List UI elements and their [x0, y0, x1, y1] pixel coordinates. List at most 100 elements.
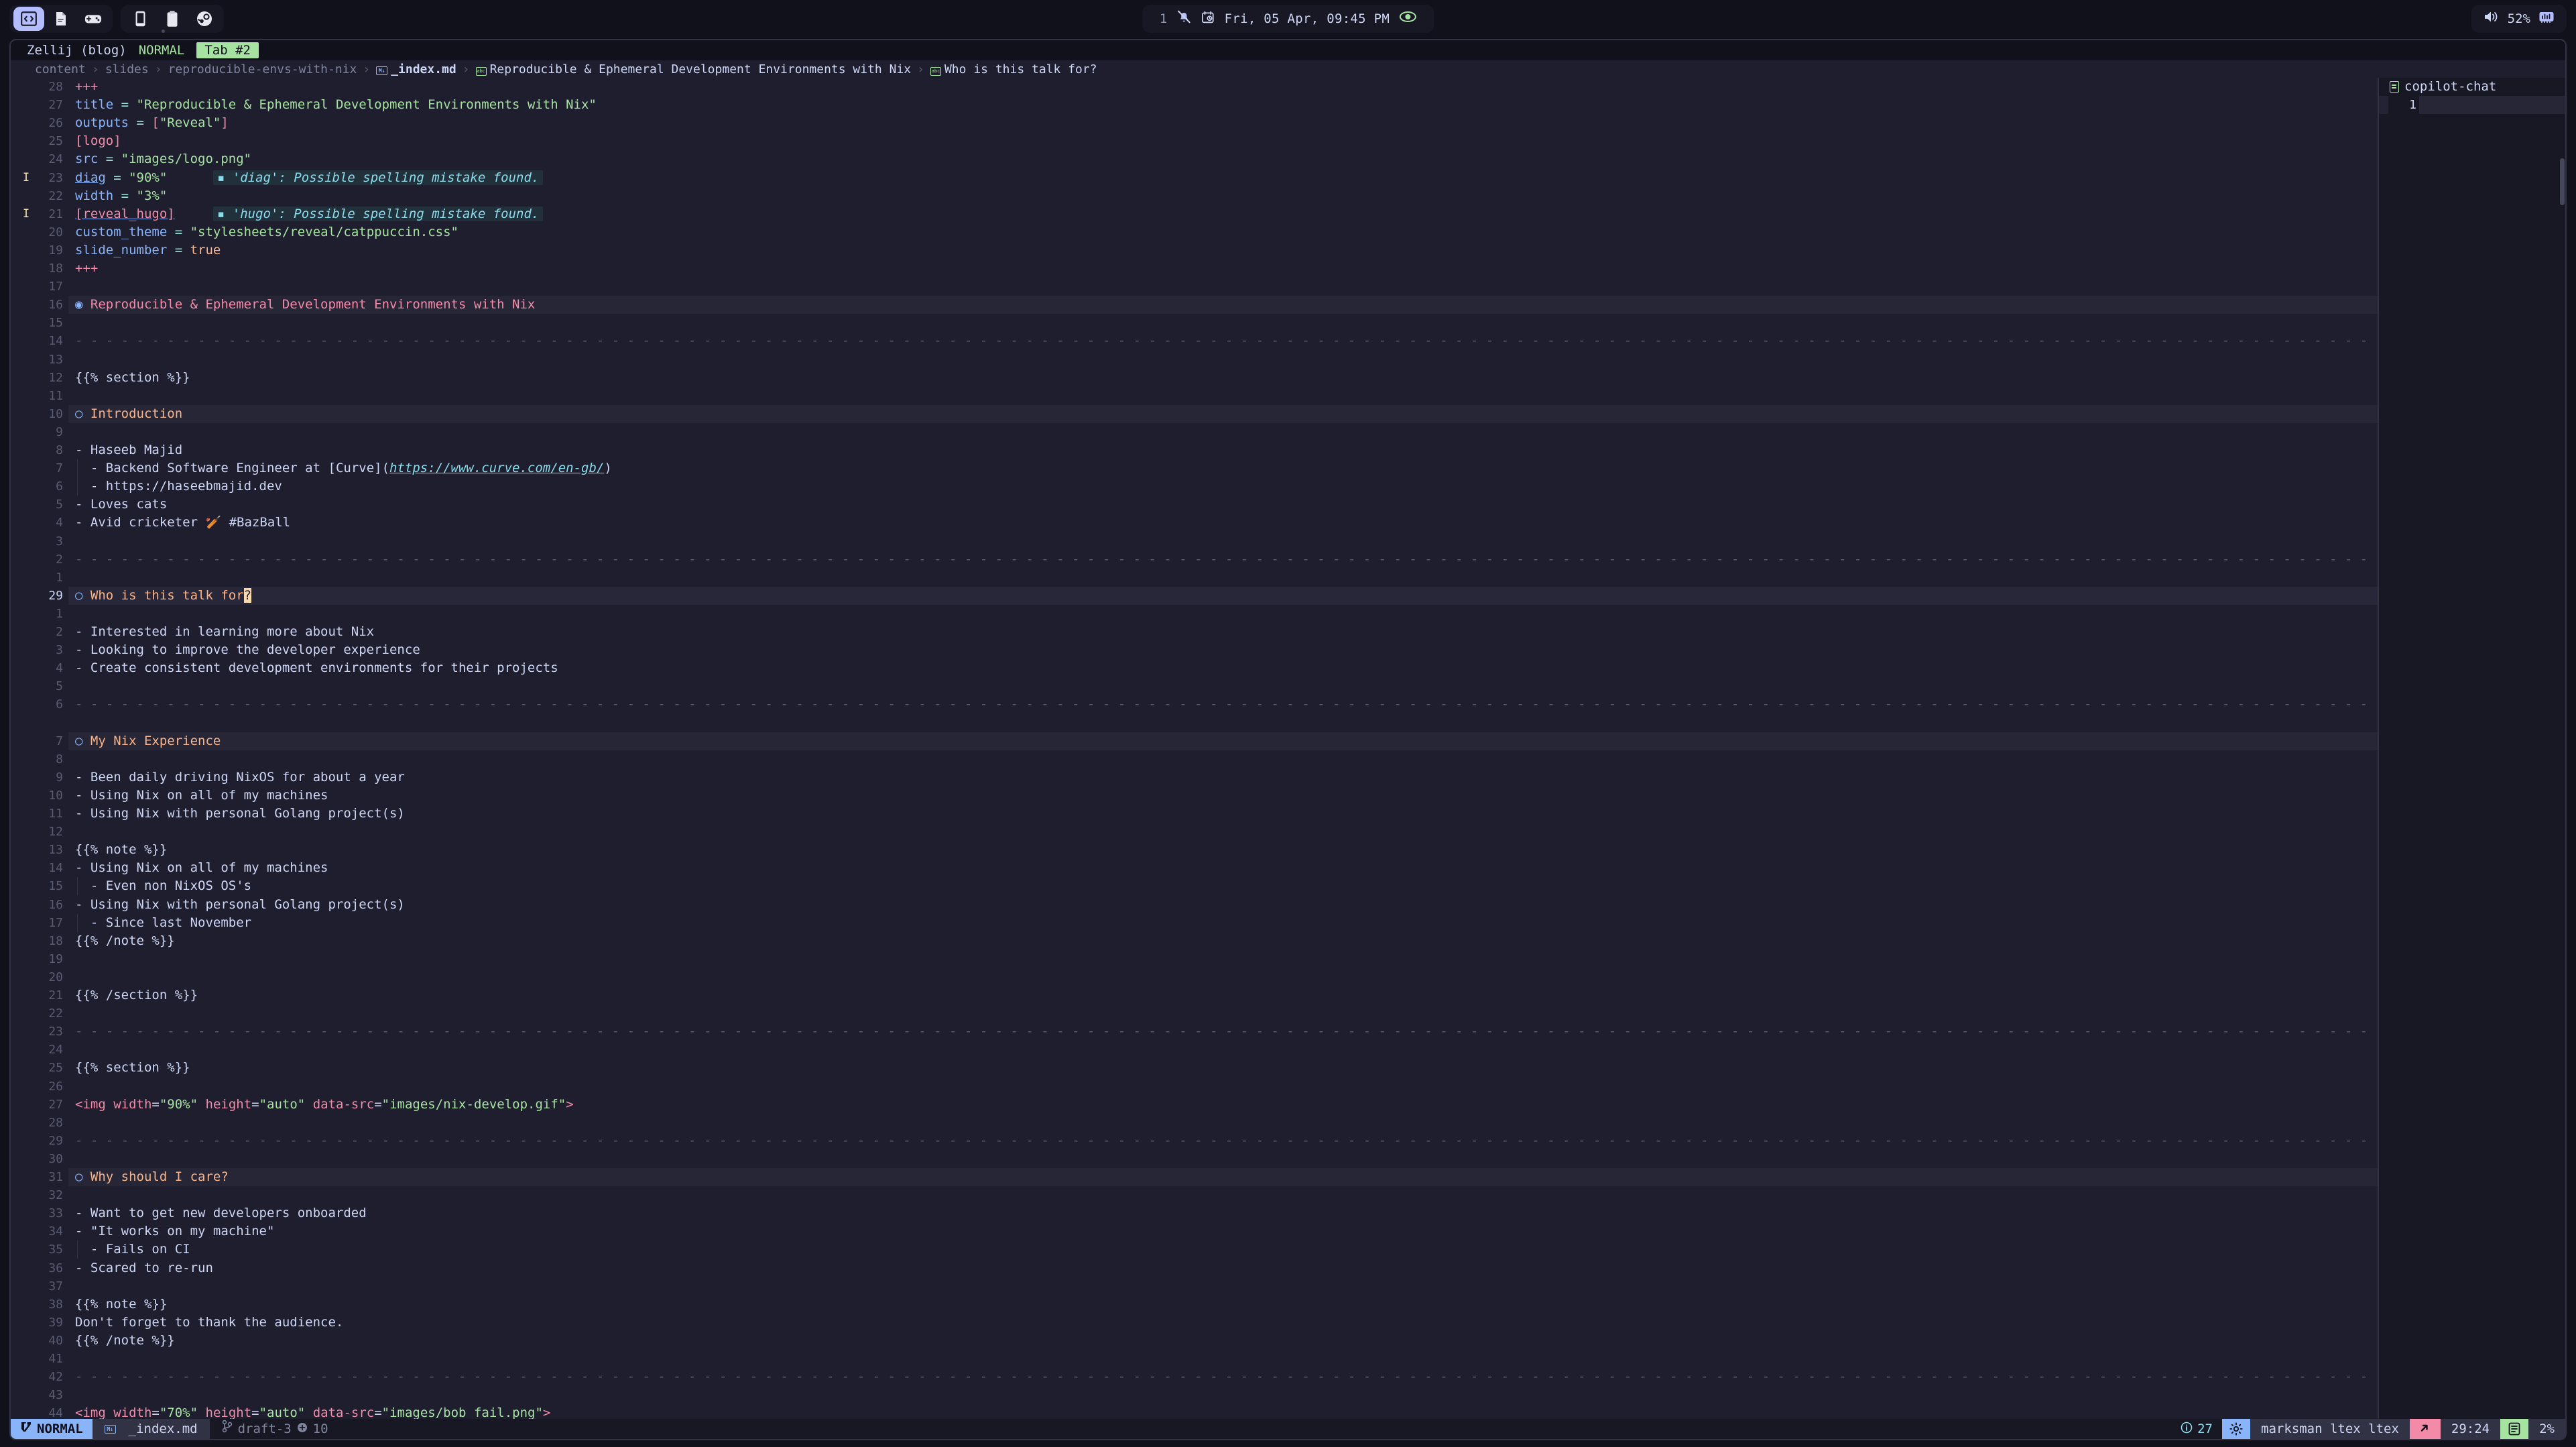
editor-line[interactable]: 6 - - - - - - - - - - - - - - - - - - - -…	[11, 695, 2565, 713]
editor-line[interactable]: 5	[11, 677, 2378, 695]
editor-line[interactable]: 18 {{% /note %}}	[11, 932, 2378, 950]
editor-line[interactable]: 44 <img width="70%" height="auto" data-sr…	[11, 1404, 2378, 1419]
editor-line[interactable]: 4 - Avid cricketer 🏏 #BazBall	[11, 514, 2378, 532]
editor-line[interactable]: 31 ○ Why should I care?	[11, 1168, 2387, 1187]
editor-line[interactable]: 1	[11, 605, 2378, 623]
editor-line[interactable]: 30	[11, 1150, 2378, 1168]
editor-line[interactable]: 19 slide_number = true	[11, 241, 2378, 259]
breadcrumb-item[interactable]: content	[35, 62, 86, 76]
editor-line[interactable]: 25 {{% section %}}	[11, 1059, 2378, 1077]
speaker-icon[interactable]	[2483, 10, 2500, 27]
editor-line[interactable]: 33 - Want to get new developers onboarded	[11, 1204, 2378, 1222]
editor-line[interactable]: 20 custom_theme = "stylesheets/reveal/cat…	[11, 223, 2378, 241]
editor-line[interactable]: 38 {{% note %}}	[11, 1295, 2378, 1314]
editor-line[interactable]: 20	[11, 968, 2378, 986]
editor-line[interactable]: 7 ○ My Nix Experience	[11, 732, 2387, 750]
editor-line[interactable]: 3 - Looking to improve the developer expe…	[11, 641, 2378, 659]
editor-line[interactable]: 24 src = "images/logo.png"	[11, 150, 2378, 168]
copilot-chat-pane[interactable]: copilot-chat 1	[2379, 78, 2565, 1419]
editor-line[interactable]: 17 - Since last November	[11, 913, 2378, 932]
editor-line[interactable]: 12 {{% section %}}	[11, 369, 2378, 387]
editor-line[interactable]: 8 - Haseeb Majid	[11, 441, 2378, 459]
editor-line[interactable]: 37	[11, 1277, 2378, 1295]
editor-line[interactable]: 28 +++	[11, 78, 2378, 96]
bell-muted-icon[interactable]	[1177, 9, 1192, 27]
editor-line[interactable]: 22 width = "3%"	[11, 187, 2378, 205]
editor-line[interactable]: 2 - Interested in learning more about Nix	[11, 623, 2378, 641]
phone-icon[interactable]	[125, 7, 156, 31]
editor-line[interactable]: 14 - - - - - - - - - - - - - - - - - - - …	[11, 332, 2565, 350]
editor-line[interactable]: 23 - - - - - - - - - - - - - - - - - - - …	[11, 1023, 2565, 1041]
editor-line[interactable]: 18 +++	[11, 259, 2378, 278]
editor-line[interactable]: 24	[11, 1041, 2378, 1059]
gamepad-icon[interactable]	[78, 7, 109, 31]
document-icon[interactable]	[46, 7, 76, 31]
editor-line[interactable]: 26	[11, 1078, 2378, 1096]
editor-line[interactable]: 17	[11, 278, 2378, 296]
editor-line[interactable]: 6 - https://haseebmajid.dev	[11, 477, 2378, 496]
clipboard-icon[interactable]	[157, 7, 188, 31]
editor-line[interactable]: 16 ◉ Reproducible & Ephemeral Development…	[11, 296, 2387, 314]
editor-line[interactable]: 32	[11, 1186, 2378, 1204]
token: {{% /note %}}	[75, 1332, 175, 1348]
editor-line[interactable]: 27 <img width="90%" height="auto" data-sr…	[11, 1096, 2378, 1114]
editor-buffer-index-md[interactable]: 28 +++ 27 title = "Reproducible & Ephemeral…	[11, 78, 2565, 1419]
editor-line[interactable]: I 23 diag = "90%" ▪ 'diag': Possible spell…	[11, 169, 2378, 187]
editor-line[interactable]	[11, 714, 2378, 732]
editor-line[interactable]: 11 - Using Nix with personal Golang proje…	[11, 805, 2378, 823]
status-file[interactable]: M↓ _index.md	[92, 1419, 210, 1439]
breadcrumb-item[interactable]: M↓ _index.md	[376, 62, 456, 76]
gear-icon[interactable]	[2222, 1419, 2250, 1439]
editor-line[interactable]: 15	[11, 314, 2378, 332]
editor-line[interactable]: 19	[11, 950, 2378, 968]
editor-line[interactable]: 2 - - - - - - - - - - - - - - - - - - - -…	[11, 551, 2565, 569]
status-git[interactable]: draft-3 10	[210, 1419, 341, 1439]
editor-line[interactable]: 16 - Using Nix with personal Golang proje…	[11, 896, 2378, 914]
editor-line[interactable]: 26 outputs = ["Reveal"]	[11, 114, 2378, 132]
editor-line[interactable]: 10 ○ Introduction	[11, 404, 2387, 423]
editor-line[interactable]: 12	[11, 823, 2378, 841]
editor-line[interactable]: 39 Don't forget to thank the audience.	[11, 1314, 2378, 1332]
breadcrumb-item[interactable]: slides	[105, 62, 149, 76]
editor-line[interactable]: I 21 [reveal_hugo] ▪ 'hugo': Possible spel…	[11, 205, 2378, 223]
editor-line[interactable]: 13 {{% note %}}	[11, 841, 2378, 859]
editor-line[interactable]: 4 - Create consistent development environ…	[11, 659, 2378, 677]
editor-line[interactable]: 22	[11, 1004, 2378, 1023]
scrollbar-thumb[interactable]	[2560, 158, 2565, 205]
editor-line[interactable]: 7 - Backend Software Engineer at [Curve]…	[11, 459, 2378, 478]
editor-line[interactable]: 11	[11, 387, 2378, 405]
editor-line[interactable]: 10 - Using Nix on all of my machines	[11, 787, 2378, 805]
steam-icon[interactable]	[189, 7, 220, 31]
editor-line[interactable]: 29 - - - - - - - - - - - - - - - - - - - …	[11, 1132, 2565, 1150]
breadcrumb-item[interactable]: reproducible-envs-with-nix	[168, 62, 357, 76]
editor-line[interactable]: 43	[11, 1386, 2378, 1404]
breadcrumb-item[interactable]: abc Reproducible & Ephemeral Development …	[475, 62, 911, 76]
editor-line[interactable]: 5 - Loves cats	[11, 496, 2378, 514]
editor-line[interactable]: 21 {{% /section %}}	[11, 986, 2378, 1004]
editor-line[interactable]: 29 ○ Who is this talk for?	[11, 586, 2387, 605]
editor-line[interactable]: 36 - Scared to re-run	[11, 1259, 2378, 1277]
zellij-tab-2[interactable]: Tab #2	[196, 42, 259, 58]
editor-line[interactable]: 34 - "It works on my machine"	[11, 1222, 2378, 1240]
editor-line[interactable]: 35 - Fails on CI	[11, 1240, 2378, 1259]
eye-icon[interactable]	[1399, 11, 1416, 26]
editor-line[interactable]: 8	[11, 750, 2378, 768]
token: {{% note %}}	[75, 1296, 168, 1312]
editor-line[interactable]: 1	[11, 569, 2378, 587]
editor-line[interactable]: 13	[11, 351, 2378, 369]
editor-line[interactable]: 9	[11, 423, 2378, 441]
editor-line[interactable]: 41	[11, 1350, 2378, 1368]
code-icon[interactable]	[13, 6, 44, 31]
editor-line[interactable]: 9 - Been daily driving NixOS for about a …	[11, 768, 2378, 787]
editor-line[interactable]: 42 - - - - - - - - - - - - - - - - - - - …	[11, 1368, 2565, 1386]
memory-chart-icon[interactable]	[2538, 9, 2555, 27]
editor-line[interactable]: 3	[11, 532, 2378, 551]
breadcrumb-item[interactable]: abc Who is this talk for?	[930, 62, 1097, 76]
editor-line[interactable]: 25 [logo]	[11, 132, 2378, 150]
editor-line[interactable]: 28	[11, 1114, 2378, 1132]
editor-line[interactable]: 40 {{% /note %}}	[11, 1332, 2378, 1350]
editor-line[interactable]: 15 - Even non NixOS OS's	[11, 877, 2378, 896]
editor-line[interactable]: 27 title = "Reproducible & Ephemeral Deve…	[11, 96, 2378, 114]
editor-line[interactable]: 14 - Using Nix on all of my machines	[11, 859, 2378, 877]
status-diagnostics[interactable]: 27	[2171, 1422, 2222, 1437]
